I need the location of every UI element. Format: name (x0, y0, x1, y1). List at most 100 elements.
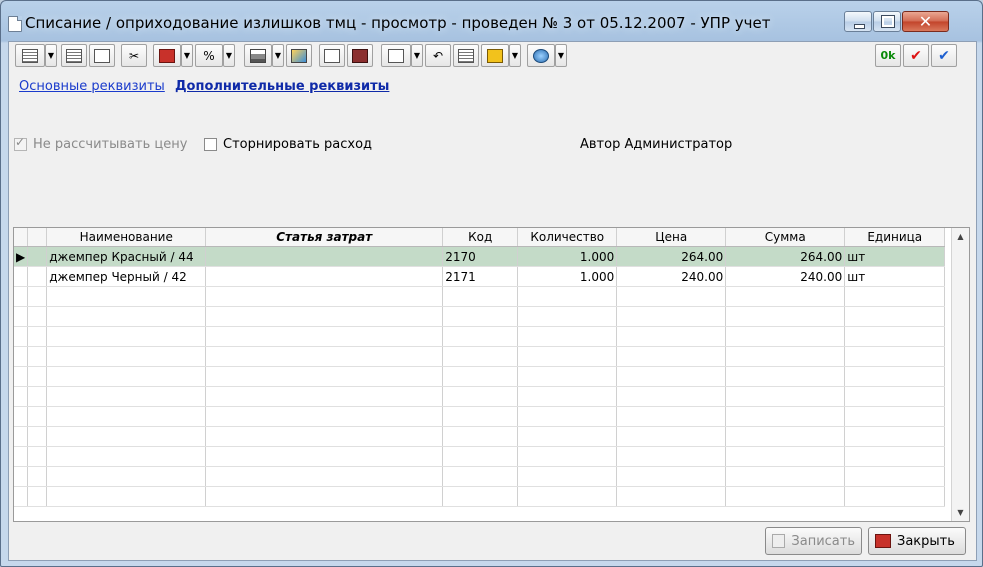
items-table[interactable]: Наименование Статья затрат Код Количеств… (13, 227, 970, 522)
no-price-calc-checkbox[interactable]: Не рассчитывать цену (14, 135, 187, 152)
close-button[interactable]: Закрыть (868, 527, 966, 555)
empty-row (14, 306, 946, 327)
cell-name[interactable]: джемпер Черный / 42 (46, 266, 207, 287)
empty-cell (46, 406, 207, 427)
col-unit[interactable]: Единица (844, 228, 946, 247)
chevron-down-icon: ▼ (274, 51, 282, 60)
picture-icon (291, 48, 307, 63)
cell-cost-item[interactable] (205, 266, 444, 287)
empty-row (14, 426, 946, 447)
mail-dropdown[interactable]: ▼ (411, 44, 423, 67)
storno-checkbox[interactable]: Сторнировать расход (204, 137, 372, 152)
table-row[interactable]: джемпер Черный / 42 2171 1.000 240.00 24… (14, 266, 946, 287)
structure-button[interactable] (453, 44, 479, 67)
empty-cell (14, 486, 29, 507)
minimize-button[interactable] (844, 11, 872, 32)
post-and-close-button[interactable]: ✔ (931, 44, 957, 67)
col-name[interactable]: Наименование (46, 228, 207, 247)
briefcase-button[interactable] (481, 44, 509, 67)
cell-unit[interactable]: шт (844, 266, 946, 287)
empty-cell (46, 346, 207, 367)
table-row[interactable]: ▶ джемпер Красный / 44 2170 1.000 264.00… (14, 246, 946, 267)
empty-cell (14, 366, 29, 387)
maximize-button[interactable] (873, 11, 901, 32)
empty-cell (46, 306, 207, 327)
chevron-down-icon: ▼ (511, 51, 519, 60)
ok-icon: 0k (880, 49, 896, 62)
delete-button[interactable]: ✂ (121, 44, 147, 67)
vertical-scrollbar[interactable]: ▲ ▼ (951, 228, 969, 521)
empty-cell (205, 446, 444, 467)
tab-main-details[interactable]: Основные реквизиты (19, 79, 165, 94)
picture-button[interactable] (286, 44, 312, 67)
empty-cell (46, 426, 207, 447)
percent-button[interactable]: % (195, 44, 223, 67)
cell-quantity[interactable]: 1.000 (517, 246, 618, 267)
chevron-down-icon: ▼ (413, 51, 421, 60)
empty-cell (442, 386, 519, 407)
print-dropdown[interactable]: ▼ (272, 44, 284, 67)
empty-row (14, 446, 946, 467)
movements-button[interactable] (319, 44, 345, 67)
title-bar[interactable]: Списание / оприходование излишков тмц - … (1, 1, 982, 41)
actions-button[interactable] (15, 44, 45, 67)
empty-row (14, 346, 946, 367)
col-sum[interactable]: Сумма (725, 228, 846, 247)
cell-code[interactable]: 2170 (442, 246, 519, 267)
save-button[interactable]: Записать (765, 527, 862, 555)
empty-cell (14, 406, 29, 427)
scroll-up-icon[interactable]: ▲ (952, 232, 969, 241)
close-window-button[interactable]: ✕ (902, 11, 949, 32)
col-price[interactable]: Цена (616, 228, 727, 247)
post-button[interactable]: ✔ (903, 44, 929, 67)
empty-cell (725, 366, 846, 387)
print-button[interactable] (244, 44, 272, 67)
cell-name[interactable]: джемпер Красный / 44 (46, 246, 207, 267)
enter-on-basis-dropdown[interactable]: ▼ (181, 44, 193, 67)
col-code[interactable]: Код (442, 228, 519, 247)
copy-button[interactable] (89, 44, 115, 67)
briefcase-icon (487, 48, 503, 63)
col-cost-item[interactable]: Статья затрат (205, 228, 444, 247)
cell-unit[interactable]: шт (844, 246, 946, 267)
empty-cell (205, 346, 444, 367)
cell-cost-item[interactable] (205, 246, 444, 267)
cell-sum[interactable]: 240.00 (725, 266, 846, 287)
empty-cell (517, 306, 618, 327)
movements-icon (324, 48, 340, 63)
empty-cell (442, 466, 519, 487)
empty-cell (517, 346, 618, 367)
close-label: Закрыть (897, 533, 955, 549)
maximize-icon (881, 15, 895, 28)
actions-dropdown[interactable]: ▼ (45, 44, 57, 67)
percent-dropdown[interactable]: ▼ (223, 44, 235, 67)
network-button[interactable] (527, 44, 555, 67)
globe-icon (533, 48, 549, 63)
enter-on-basis-button[interactable] (153, 44, 181, 67)
col-quantity[interactable]: Количество (517, 228, 618, 247)
empty-cell (725, 286, 846, 307)
author-label: Автор Администратор (580, 137, 733, 152)
network-dropdown[interactable]: ▼ (555, 44, 567, 67)
checkbox-box[interactable] (204, 138, 217, 151)
empty-cell (844, 446, 946, 467)
empty-cell (517, 386, 618, 407)
cell-price[interactable]: 240.00 (616, 266, 727, 287)
scroll-down-icon[interactable]: ▼ (952, 508, 969, 517)
empty-cell (27, 406, 48, 427)
journal-button[interactable] (61, 44, 87, 67)
empty-cell (517, 326, 618, 347)
undo-button[interactable]: ↶ (425, 44, 451, 67)
empty-cell (27, 386, 48, 407)
cell-sum[interactable]: 264.00 (725, 246, 846, 267)
cell-quantity[interactable]: 1.000 (517, 266, 618, 287)
ok-button[interactable]: 0k (875, 44, 901, 67)
header-indicator (14, 228, 29, 247)
cell-code[interactable]: 2171 (442, 266, 519, 287)
tab-additional-details[interactable]: Дополнительные реквизиты (175, 79, 389, 94)
checkbox-box[interactable] (14, 135, 27, 151)
briefcase-dropdown[interactable]: ▼ (509, 44, 521, 67)
cell-price[interactable]: 264.00 (616, 246, 727, 267)
mail-button[interactable] (381, 44, 411, 67)
help-button[interactable] (347, 44, 373, 67)
